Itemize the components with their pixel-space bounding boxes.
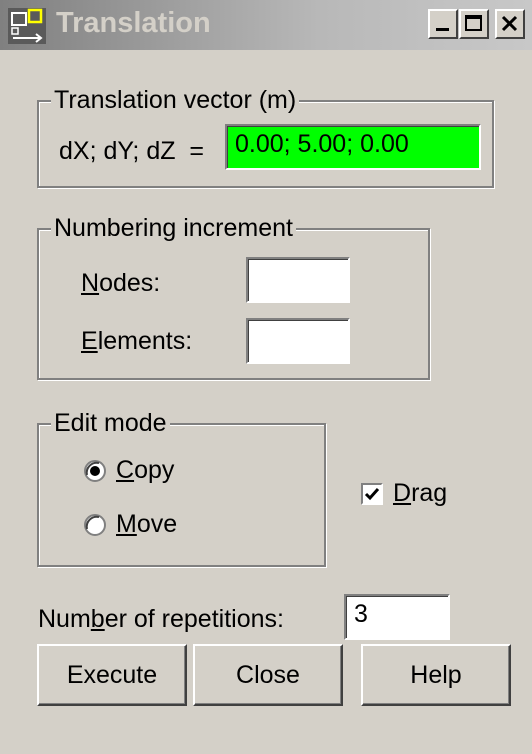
help-button[interactable]: Help xyxy=(361,644,511,706)
move-label: Move xyxy=(116,509,177,539)
move-radio-option[interactable]: Move xyxy=(84,509,284,543)
drag-label-text: rag xyxy=(411,479,448,507)
translation-vector-legend: Translation vector (m) xyxy=(51,85,300,115)
elements-input[interactable] xyxy=(246,318,350,364)
radio-unselected-icon[interactable] xyxy=(84,514,106,536)
drag-label: Drag xyxy=(393,478,447,508)
repetitions-label: Number of repetitions: xyxy=(38,604,284,634)
elements-label: Elements: xyxy=(81,326,192,356)
translation-dialog: Translation Translation vector (m) dX; d… xyxy=(0,0,532,754)
title-bar[interactable]: Translation xyxy=(0,0,532,50)
close-icon xyxy=(501,15,518,32)
close-dialog-button[interactable]: Close xyxy=(193,644,343,706)
edit-mode-legend: Edit mode xyxy=(51,408,170,438)
translation-vector-input[interactable]: 0.00; 5.00; 0.00 xyxy=(225,124,481,170)
move-label-text: ove xyxy=(136,510,178,538)
drag-checkbox[interactable] xyxy=(361,483,383,505)
drag-label-mnemonic: D xyxy=(393,479,412,507)
edit-mode-group: Edit mode Copy Move xyxy=(37,408,326,567)
execute-button[interactable]: Execute xyxy=(37,644,187,706)
repetitions-label-mnemonic: b xyxy=(90,605,105,633)
copy-label: Copy xyxy=(116,455,174,485)
elements-label-text: lements: xyxy=(97,327,193,355)
nodes-label-text: odes: xyxy=(99,269,161,297)
copy-label-text: opy xyxy=(134,456,175,484)
maximize-icon xyxy=(465,15,482,31)
numbering-increment-group: Numbering increment Nodes: Elements: xyxy=(37,213,430,380)
copy-radio-option[interactable]: Copy xyxy=(84,455,284,489)
repetitions-input[interactable]: 3 xyxy=(344,594,450,640)
repetitions-label-start: Num xyxy=(38,605,91,633)
minimize-button[interactable] xyxy=(428,9,458,39)
drag-checkbox-option[interactable]: Drag xyxy=(361,478,471,512)
nodes-label-mnemonic: N xyxy=(81,269,100,297)
nodes-label: Nodes: xyxy=(81,268,160,298)
minimize-icon xyxy=(436,28,449,31)
translation-app-icon xyxy=(8,8,46,44)
repetitions-label-end: er of repetitions: xyxy=(104,605,284,633)
maximize-button[interactable] xyxy=(459,9,489,39)
numbering-increment-legend: Numbering increment xyxy=(51,213,296,243)
copy-label-mnemonic: C xyxy=(116,456,135,484)
dxdydz-label: dX; dY; dZ = xyxy=(59,137,204,165)
move-label-mnemonic: M xyxy=(116,510,137,538)
close-button[interactable] xyxy=(495,9,525,39)
checkmark-icon xyxy=(364,488,380,501)
nodes-input[interactable] xyxy=(246,257,350,303)
elements-label-mnemonic: E xyxy=(81,327,98,355)
radio-selected-icon[interactable] xyxy=(84,460,106,482)
window-title: Translation xyxy=(56,7,211,39)
translation-vector-group: Translation vector (m) dX; dY; dZ = 0.00… xyxy=(37,85,494,188)
